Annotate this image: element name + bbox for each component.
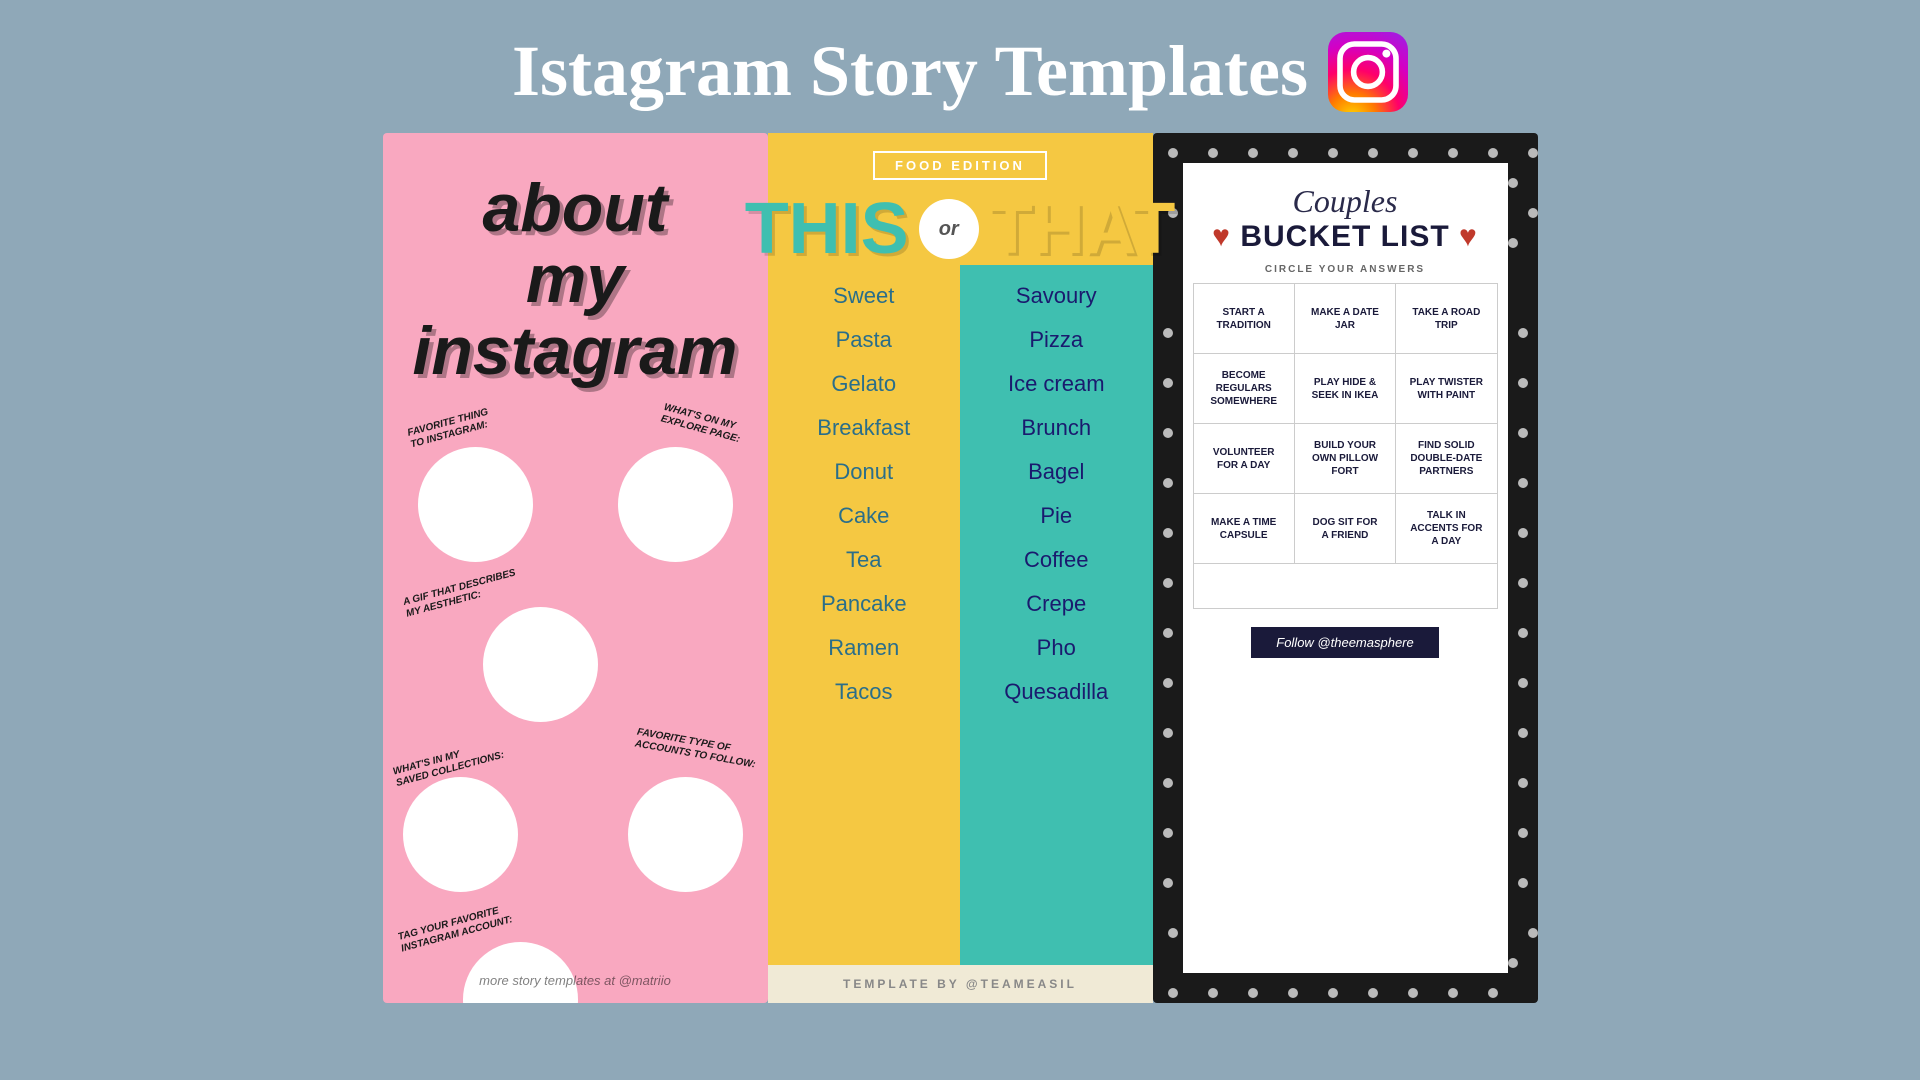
bucket-title-area: Couples ♥ BUCKET LIST ♥ xyxy=(1183,163,1508,259)
bucket-cell-10: MAKE A TIMECAPSULE xyxy=(1194,494,1295,564)
card1-footer: more story templates at @matriio xyxy=(383,973,768,988)
food-sweet: Sweet xyxy=(833,275,894,317)
bucket-cell-2: MAKE A DATEJAR xyxy=(1295,284,1396,354)
food-breakfast: Breakfast xyxy=(817,407,910,449)
food-quesadilla: Quesadilla xyxy=(1004,671,1108,713)
couples-text: Couples xyxy=(1203,183,1488,220)
label-gif-aesthetic: A GIF THAT DESCRIBESMY AESTHETIC: xyxy=(401,568,519,621)
card1-about-instagram: aboutmyinstagram FAVORITE THINGTO INSTAG… xyxy=(383,133,768,1003)
food-donut: Donut xyxy=(834,451,893,493)
food-gelato: Gelato xyxy=(831,363,896,405)
cards-container: aboutmyinstagram FAVORITE THINGTO INSTAG… xyxy=(370,133,1550,1003)
card1-title: aboutmyinstagram xyxy=(383,133,768,407)
this-or-that-row: THIS or THAT xyxy=(768,193,1153,265)
follow-button: Follow @theemasphere xyxy=(1251,627,1438,658)
food-tea: Tea xyxy=(846,539,881,581)
food-cake: Cake xyxy=(838,495,889,537)
bucket-list-text: ♥ BUCKET LIST ♥ xyxy=(1203,220,1488,254)
food-edition-badge: FOOD EDITION xyxy=(873,151,1047,180)
bucket-cell-1: START ATRADITION xyxy=(1194,284,1295,354)
heart-right: ♥ xyxy=(1450,220,1478,253)
card3-bucket-list: Couples ♥ BUCKET LIST ♥ CIRCLE YOUR ANSW… xyxy=(1153,133,1538,1003)
label-favorite-thing: FAVORITE THINGTO INSTAGRAM: xyxy=(406,407,493,452)
bucket-cell-4: BECOME REGULARSSOMEWHERE xyxy=(1194,354,1295,424)
or-circle: or xyxy=(919,199,979,259)
food-pho: Pho xyxy=(1037,627,1076,669)
food-pasta: Pasta xyxy=(836,319,892,361)
food-ramen: Ramen xyxy=(828,627,899,669)
circle-answers-label: CIRCLE YOUR ANSWERS xyxy=(1183,259,1508,283)
circle2 xyxy=(618,447,733,562)
bucket-cell-8: BUILD YOUROWN PILLOWFORT xyxy=(1295,424,1396,494)
bucket-cell-5: PLAY HIDE &SEEK IN IKEA xyxy=(1295,354,1396,424)
food-savoury: Savoury xyxy=(1016,275,1097,317)
bucket-cell-7: VOLUNTEERFOR A DAY xyxy=(1194,424,1295,494)
food-tacos: Tacos xyxy=(835,671,892,713)
bucket-cell-6: PLAY TWISTERWITH PAINT xyxy=(1396,354,1497,424)
card3-inner: Couples ♥ BUCKET LIST ♥ CIRCLE YOUR ANSW… xyxy=(1183,163,1508,973)
heart-left: ♥ xyxy=(1212,220,1240,253)
that-text: THAT xyxy=(979,193,1186,265)
food-brunch: Brunch xyxy=(1021,407,1091,449)
this-text: THIS xyxy=(735,193,919,265)
card2-footer: TEMPLATE BY @TEAMEASIL xyxy=(768,965,1153,1003)
circle3 xyxy=(483,607,598,722)
page-header: Istagram Story Templates xyxy=(0,0,1920,133)
food-pancake: Pancake xyxy=(821,583,907,625)
bucket-cell-3: TAKE A ROADTRIP xyxy=(1396,284,1497,354)
food-pie: Pie xyxy=(1040,495,1072,537)
circle5 xyxy=(628,777,743,892)
follow-area: Follow @theemasphere xyxy=(1183,609,1508,671)
card2-this-or-that: FOOD EDITION THIS or THAT Sweet Pasta Ge… xyxy=(768,133,1153,1003)
food-coffee: Coffee xyxy=(1024,539,1088,581)
food-bagel: Bagel xyxy=(1028,451,1084,493)
food-pizza: Pizza xyxy=(1029,319,1083,361)
food-crepe: Crepe xyxy=(1026,583,1086,625)
food-icecream: Ice cream xyxy=(1008,363,1105,405)
empty-row xyxy=(1193,564,1498,609)
food-left-col: Sweet Pasta Gelato Breakfast Donut Cake … xyxy=(768,265,961,965)
bucket-cell-11: DOG SIT FORA FRIEND xyxy=(1295,494,1396,564)
food-right-col: Savoury Pizza Ice cream Brunch Bagel Pie… xyxy=(960,265,1153,965)
bucket-grid: START ATRADITION MAKE A DATEJAR TAKE A R… xyxy=(1193,283,1498,564)
label-explore-page: WHAT'S ON MYEXPLORE PAGE: xyxy=(659,402,744,446)
page-title: Istagram Story Templates xyxy=(512,30,1308,113)
circle1 xyxy=(418,447,533,562)
label-fav-accounts: FAVORITE TYPE OFACCOUNTS TO FOLLOW: xyxy=(634,727,759,772)
bucket-cell-9: FIND SOLIDDOUBLE-DATEPARTNERS xyxy=(1396,424,1497,494)
bucket-cell-12: TALK INACCENTS FORA DAY xyxy=(1396,494,1497,564)
circle4 xyxy=(403,777,518,892)
instagram-icon xyxy=(1328,32,1408,112)
